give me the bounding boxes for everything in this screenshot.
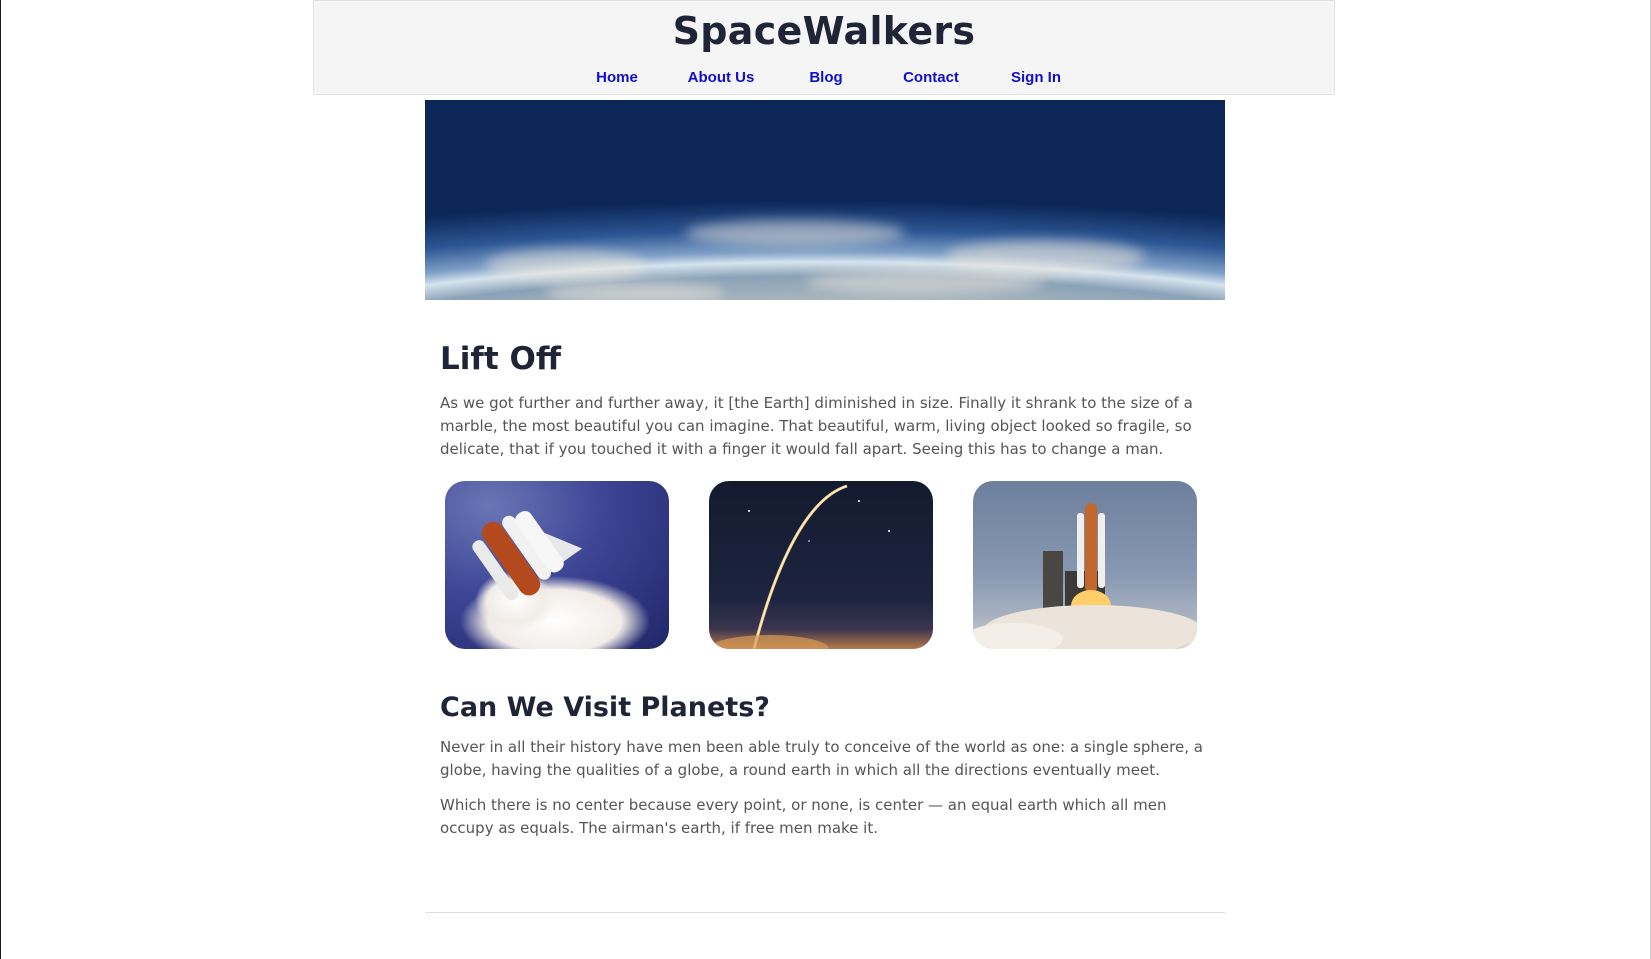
- planets-paragraph-1: Never in all their history have men been…: [440, 738, 1203, 779]
- window-left-edge: [0, 0, 1, 959]
- planets-paragraph-2: Which there is no center because every p…: [440, 796, 1167, 837]
- nav-about-us-link[interactable]: About Us: [661, 69, 781, 86]
- nav-sign-in-link[interactable]: Sign In: [976, 69, 1096, 86]
- hero-image-earth: [425, 100, 1225, 300]
- footer-divider: [425, 912, 1225, 913]
- heading-lift-off: Lift Off: [440, 341, 561, 377]
- space-shuttle-photo: [445, 481, 669, 649]
- lift-off-paragraph: As we got further and further away, it […: [440, 394, 1193, 458]
- shuttle-launchpad-photo: [973, 481, 1197, 649]
- rocket-launch-trail-photo: [709, 481, 933, 649]
- nav-blog-link[interactable]: Blog: [766, 69, 886, 86]
- site-title[interactable]: SpaceWalkers: [314, 9, 1334, 53]
- heading-can-we-visit-planets: Can We Visit Planets?: [440, 692, 770, 723]
- nav-contact-link[interactable]: Contact: [871, 69, 991, 86]
- main-nav: Home About Us Blog Contact Sign In: [314, 69, 1334, 93]
- site-header: SpaceWalkers Home About Us Blog Contact …: [313, 0, 1335, 95]
- nav-home-link[interactable]: Home: [557, 69, 677, 86]
